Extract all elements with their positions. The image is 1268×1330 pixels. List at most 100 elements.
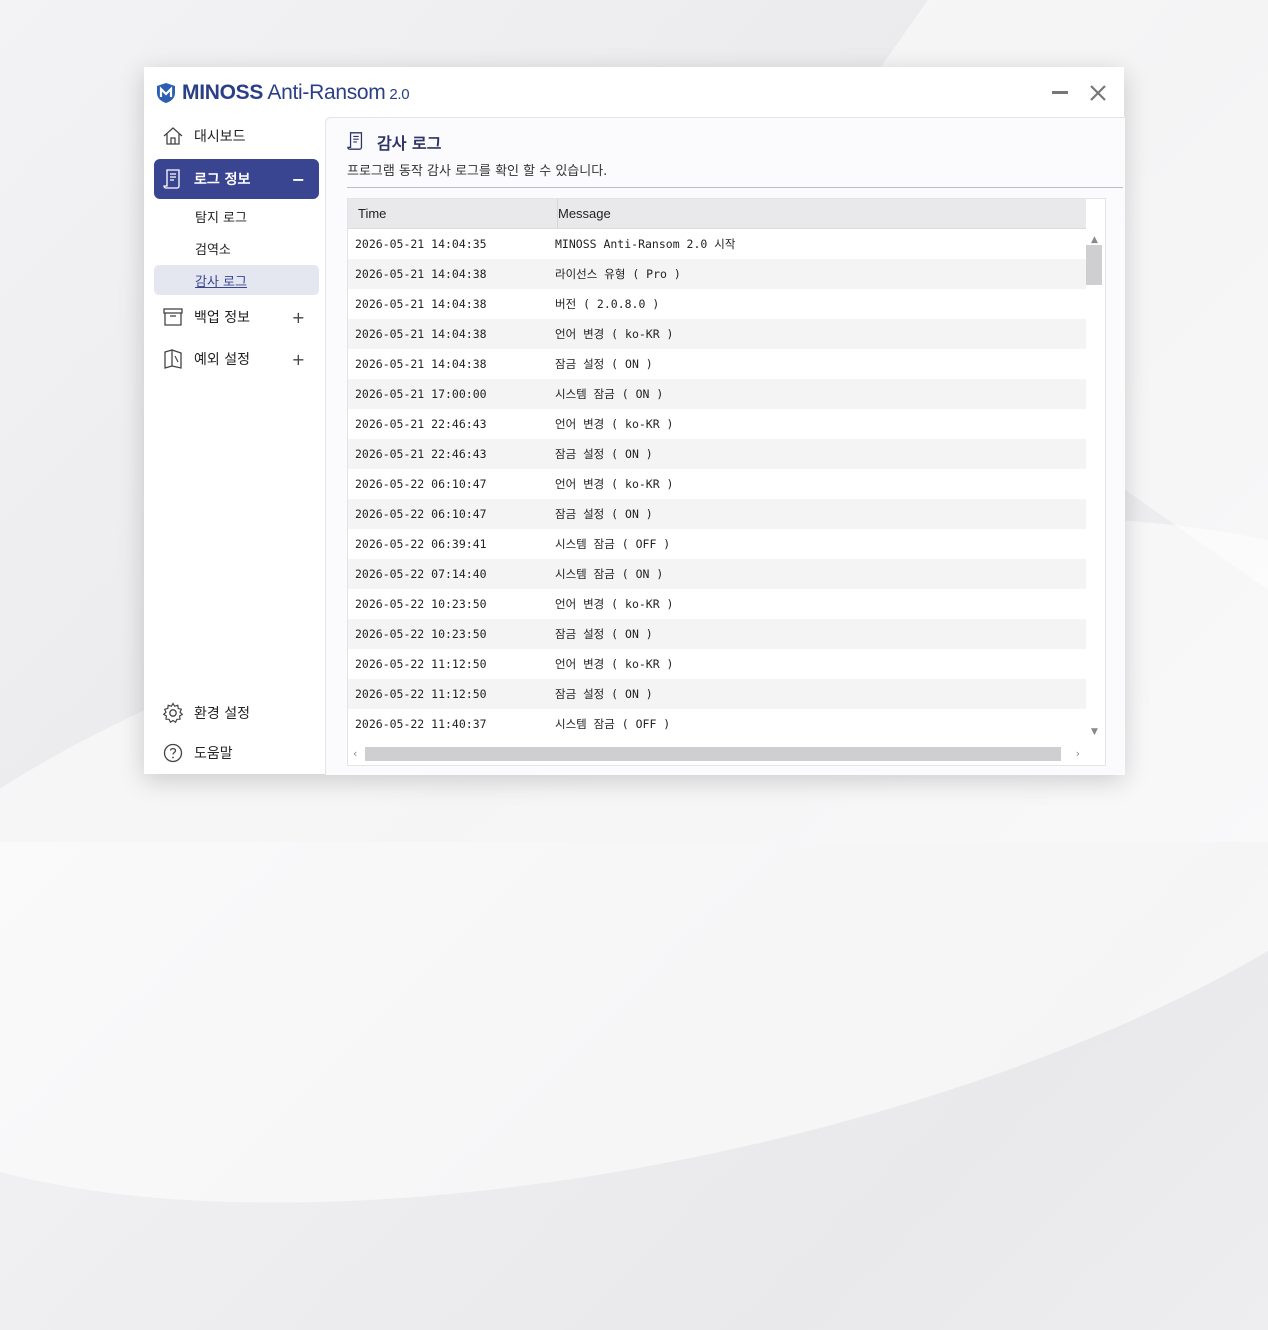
cell-message: 버전 ( 2.0.8.0 ): [555, 297, 660, 311]
page-title: 감사 로그: [377, 134, 442, 153]
cell-message: 언어 변경 ( ko-KR ): [555, 417, 674, 431]
cell-time: 2026-05-22 11:12:50: [355, 687, 487, 701]
sidebar-item-label: 백업 정보: [194, 310, 250, 326]
sidebar: 대시보드 로그 정보 − 탐지 로그 검역소 감사 로그 백업 정보 + 예외 …: [144, 117, 325, 774]
cell-time: 2026-05-21 14:04:38: [355, 327, 487, 341]
shield-m-icon: [157, 83, 175, 103]
cell-time: 2026-05-22 10:23:50: [355, 597, 487, 611]
cell-time: 2026-05-21 14:04:38: [355, 297, 487, 311]
table-row[interactable]: 2026-05-21 14:04:38 언어 변경 ( ko-KR ): [348, 319, 1086, 349]
sidebar-subitem-label: 검역소: [195, 242, 231, 258]
sidebar-item-help[interactable]: 도움말: [154, 734, 319, 772]
table-row[interactable]: 2026-05-21 14:04:38 버전 ( 2.0.8.0 ): [348, 289, 1086, 319]
sidebar-item-label: 대시보드: [194, 129, 246, 145]
table-body: 2026-05-21 14:04:35 MINOSS Anti-Ransom 2.…: [348, 229, 1086, 739]
app-brand: MINOSS: [182, 81, 264, 104]
cell-message: 언어 변경 ( ko-KR ): [555, 327, 674, 341]
table-row[interactable]: 2026-05-22 10:23:50 언어 변경 ( ko-KR ): [348, 589, 1086, 619]
table-row[interactable]: 2026-05-22 11:40:37 시스템 잠금 ( OFF ): [348, 709, 1086, 739]
question-circle-icon: [163, 743, 183, 763]
sidebar-subitem-quarantine[interactable]: 검역소: [154, 233, 319, 263]
cell-time: 2026-05-22 10:23:50: [355, 627, 487, 641]
title-bar: MINOSS Anti-Ransom 2.0: [144, 67, 1124, 117]
cell-message: 라이선스 유형 ( Pro ): [555, 267, 681, 281]
sidebar-item-exception[interactable]: 예외 설정 +: [154, 340, 319, 378]
sidebar-subitem-label: 감사 로그: [195, 274, 247, 290]
collapse-icon[interactable]: −: [292, 170, 305, 189]
cell-message: MINOSS Anti-Ransom 2.0 시작: [555, 237, 736, 251]
scroll-left-icon[interactable]: ‹: [353, 747, 357, 760]
app-name: Anti-Ransom: [263, 81, 386, 104]
main-panel: 감사 로그 프로그램 동작 감사 로그를 확인 할 수 있습니다. Time M…: [325, 117, 1125, 775]
divider: [347, 187, 1123, 188]
app-title: MINOSS Anti-Ransom 2.0: [182, 81, 410, 105]
table-row[interactable]: 2026-05-22 07:14:40 시스템 잠금 ( ON ): [348, 559, 1086, 589]
app-window: MINOSS Anti-Ransom 2.0 대시보드 로그 정보 − 탐지 로…: [144, 67, 1125, 775]
column-header-time[interactable]: Time: [348, 199, 558, 228]
expand-icon[interactable]: +: [292, 350, 305, 369]
audit-log-table: Time Message 2026-05-21 14:04:35 MINOSS A…: [347, 198, 1106, 766]
cell-message: 시스템 잠금 ( OFF ): [555, 537, 671, 551]
page-description: 프로그램 동작 감사 로그를 확인 할 수 있습니다.: [347, 164, 608, 179]
sidebar-subitem-detection-log[interactable]: 탐지 로그: [154, 201, 319, 231]
cell-message: 잠금 설정 ( ON ): [555, 447, 653, 461]
cell-time: 2026-05-21 22:46:43: [355, 417, 487, 431]
cell-time: 2026-05-22 07:14:40: [355, 567, 487, 581]
expand-icon[interactable]: +: [292, 308, 305, 327]
table-row[interactable]: 2026-05-22 06:39:41 시스템 잠금 ( OFF ): [348, 529, 1086, 559]
table-row[interactable]: 2026-05-21 14:04:38 라이선스 유형 ( Pro ): [348, 259, 1086, 289]
table-row[interactable]: 2026-05-21 22:46:43 언어 변경 ( ko-KR ): [348, 409, 1086, 439]
gear-icon: [162, 702, 184, 724]
cell-time: 2026-05-22 06:10:47: [355, 477, 487, 491]
sidebar-subitem-label: 탐지 로그: [195, 210, 247, 226]
table-row[interactable]: 2026-05-22 06:10:47 잠금 설정 ( ON ): [348, 499, 1086, 529]
cell-time: 2026-05-22 06:10:47: [355, 507, 487, 521]
sidebar-item-settings[interactable]: 환경 설정: [154, 694, 319, 732]
cell-time: 2026-05-21 17:00:00: [355, 387, 487, 401]
scroll-down-icon[interactable]: ▼: [1091, 727, 1098, 737]
sidebar-item-backup-info[interactable]: 백업 정보 +: [154, 298, 319, 336]
book-icon: [164, 349, 182, 369]
vertical-scroll-thumb[interactable]: [1086, 245, 1102, 285]
sidebar-item-label: 로그 정보: [194, 172, 251, 188]
cell-time: 2026-05-21 14:04:38: [355, 267, 487, 281]
cell-message: 잠금 설정 ( ON ): [555, 687, 653, 701]
cell-time: 2026-05-22 06:39:41: [355, 537, 487, 551]
sidebar-item-log-info[interactable]: 로그 정보 −: [154, 159, 319, 199]
cell-time: 2026-05-22 11:40:37: [355, 717, 487, 731]
cell-time: 2026-05-21 14:04:38: [355, 357, 487, 371]
close-icon[interactable]: [1088, 83, 1108, 103]
horizontal-scrollbar[interactable]: ‹ ›: [348, 745, 1086, 763]
sidebar-item-dashboard[interactable]: 대시보드: [154, 117, 319, 155]
sidebar-item-label: 도움말: [194, 746, 233, 762]
table-header: Time Message: [348, 199, 1086, 229]
horizontal-scroll-thumb[interactable]: [365, 747, 1061, 761]
cell-message: 시스템 잠금 ( OFF ): [555, 717, 671, 731]
table-row[interactable]: 2026-05-21 17:00:00 시스템 잠금 ( ON ): [348, 379, 1086, 409]
table-row[interactable]: 2026-05-22 11:12:50 언어 변경 ( ko-KR ): [348, 649, 1086, 679]
cell-message: 시스템 잠금 ( ON ): [555, 567, 664, 581]
cell-message: 잠금 설정 ( ON ): [555, 357, 653, 371]
scroll-up-icon[interactable]: ▲: [1091, 235, 1098, 245]
table-row[interactable]: 2026-05-21 22:46:43 잠금 설정 ( ON ): [348, 439, 1086, 469]
vertical-scrollbar[interactable]: ▲ ▼: [1086, 229, 1104, 739]
table-row[interactable]: 2026-05-22 06:10:47 언어 변경 ( ko-KR ): [348, 469, 1086, 499]
sidebar-subitem-audit-log[interactable]: 감사 로그: [154, 265, 319, 295]
cell-message: 잠금 설정 ( ON ): [555, 507, 653, 521]
archive-box-icon: [163, 308, 183, 326]
cell-message: 언어 변경 ( ko-KR ): [555, 477, 674, 491]
table-row[interactable]: 2026-05-22 10:23:50 잠금 설정 ( ON ): [348, 619, 1086, 649]
cell-time: 2026-05-21 22:46:43: [355, 447, 487, 461]
column-header-message[interactable]: Message: [548, 199, 611, 228]
minimize-icon[interactable]: [1052, 91, 1068, 94]
scroll-right-icon[interactable]: ›: [1076, 747, 1080, 760]
app-version: 2.0: [385, 86, 410, 103]
cell-message: 시스템 잠금 ( ON ): [555, 387, 664, 401]
table-row[interactable]: 2026-05-21 14:04:38 잠금 설정 ( ON ): [348, 349, 1086, 379]
cell-time: 2026-05-21 14:04:35: [355, 237, 487, 251]
document-icon: [347, 132, 363, 150]
table-row[interactable]: 2026-05-21 14:04:35 MINOSS Anti-Ransom 2.…: [348, 229, 1086, 259]
cell-message: 언어 변경 ( ko-KR ): [555, 597, 674, 611]
table-row[interactable]: 2026-05-22 11:12:50 잠금 설정 ( ON ): [348, 679, 1086, 709]
cell-message: 언어 변경 ( ko-KR ): [555, 657, 674, 671]
